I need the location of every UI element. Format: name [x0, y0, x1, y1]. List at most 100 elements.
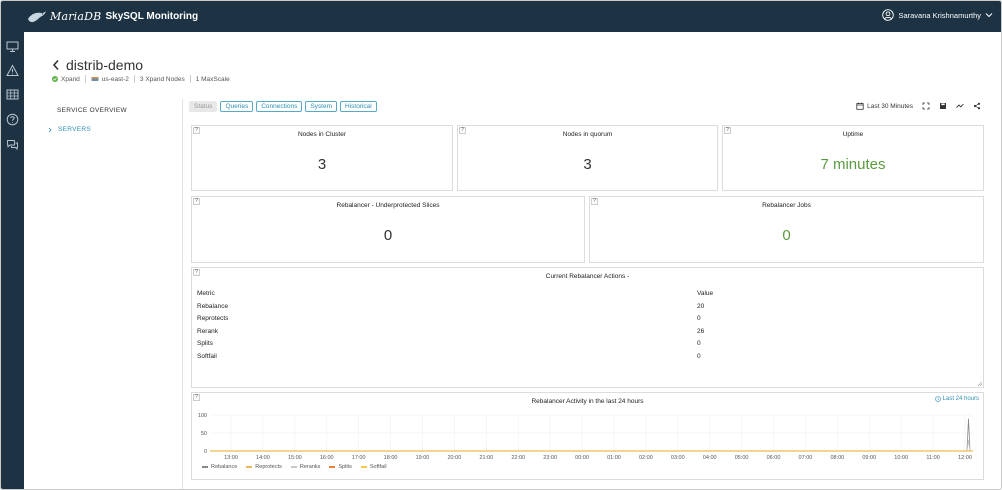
stat-value: 0 — [782, 227, 791, 244]
user-avatar-icon — [882, 9, 895, 21]
alert-icon[interactable] — [6, 64, 19, 77]
x-tick-label: 20:00 — [448, 455, 462, 461]
legend-item[interactable]: Splits — [329, 464, 352, 470]
x-tick-label: 22:00 — [511, 455, 525, 461]
metric-cell: Splits — [197, 340, 213, 348]
icon-sidebar — [1, 32, 24, 489]
table-row: Softfail 0 — [197, 350, 978, 363]
rebalancer-activity-panel: ? Rebalancer Activity in the last 24 hou… — [191, 392, 984, 480]
legend-item[interactable]: Softfail — [360, 464, 387, 470]
time-range-picker[interactable]: Last 30 Minutes — [867, 103, 913, 110]
x-tick-label: 11:00 — [926, 455, 939, 461]
save-icon[interactable] — [939, 102, 947, 110]
panel-menu-toggle[interactable]: - — [627, 273, 629, 280]
legend-item[interactable]: Reprotects — [246, 464, 282, 470]
time-range-link[interactable]: Last 24 hours — [934, 396, 979, 402]
tab-connections[interactable]: Connections — [256, 101, 303, 112]
user-menu[interactable]: Saravana Krishnamurthy — [882, 9, 993, 21]
panel-title-text: Current Rebalancer Actions — [545, 273, 626, 280]
panel-title: Rebalancer Jobs — [762, 202, 811, 209]
service-nav: SERVICE OVERVIEW SERVERS — [48, 107, 207, 133]
metric-cell: Rerank — [197, 327, 218, 335]
table-icon[interactable] — [6, 88, 19, 101]
legend-label: Reranks — [299, 464, 321, 470]
legend-label: Rebalance — [211, 464, 238, 470]
monitor-icon[interactable] — [6, 40, 19, 53]
x-tick-label: 08:00 — [830, 455, 844, 461]
fullscreen-icon[interactable] — [922, 102, 930, 110]
y-tick-label: 50 — [201, 431, 207, 437]
tab-system[interactable]: System — [305, 101, 338, 112]
back-arrow-icon[interactable] — [52, 59, 60, 71]
x-tick-label: 10:00 — [894, 455, 908, 461]
panel-title: Rebalancer Activity in the last 24 hours — [531, 398, 644, 405]
chat-icon[interactable] — [6, 138, 19, 151]
x-tick-label: 23:00 — [543, 455, 557, 461]
cloud-icon — [91, 77, 99, 81]
dashboard-toolbar: Last 30 Minutes — [856, 102, 981, 110]
value-cell: 0 — [697, 352, 701, 360]
legend-swatch — [360, 466, 367, 468]
legend-swatch — [202, 466, 208, 468]
x-tick-label: 21:00 — [479, 455, 493, 461]
column-header-metric[interactable]: Metric — [197, 290, 697, 297]
top-bar: MariaDB SkySQL Monitoring Saravana Krish… — [1, 1, 1001, 32]
node-count: 3 Xpand Nodes — [139, 75, 185, 83]
rebalancer-jobs-panel: ? Rebalancer Jobs 0 — [589, 196, 984, 263]
trend-icon[interactable] — [956, 102, 964, 110]
product-name: SkySQL Monitoring — [105, 11, 199, 22]
x-tick-label: 06:00 — [767, 455, 781, 461]
series-line-rebalance — [210, 418, 973, 452]
value-cell: 0 — [697, 315, 701, 323]
help-icon[interactable] — [6, 113, 19, 126]
brand-logo[interactable]: MariaDB SkySQL Monitoring — [27, 10, 198, 24]
legend-label: Softfail — [369, 464, 387, 470]
tab-status[interactable]: Status — [189, 101, 218, 112]
x-tick-label: 16:00 — [320, 455, 334, 461]
x-tick-label: 07:00 — [799, 455, 813, 461]
panel-title: Nodes in quorum — [562, 131, 613, 138]
stat-value: 3 — [317, 156, 327, 173]
legend-item[interactable]: Reranks — [290, 464, 321, 470]
panel-title: Current Rebalancer Actions - — [192, 273, 983, 280]
metric-cell: Rebalance — [197, 302, 229, 310]
series-line-reranks — [210, 440, 973, 452]
underprotected-slices-panel: ? Rebalancer - Underprotected Slices 0 — [191, 196, 585, 263]
meta-divider — [133, 75, 135, 83]
tab-queries[interactable]: Queries — [220, 101, 254, 112]
panel-title: Rebalancer - Underprotected Slices — [336, 202, 440, 209]
clock-icon — [934, 396, 941, 402]
legend-item[interactable]: Rebalance — [202, 464, 237, 470]
column-header-value[interactable]: Value — [697, 290, 713, 297]
x-tick-label: 09:00 — [862, 455, 876, 461]
x-tick-label: 00:00 — [575, 455, 589, 461]
x-tick-label: 03:00 — [671, 455, 685, 461]
service-overview-link[interactable]: SERVICE OVERVIEW — [57, 107, 207, 114]
servers-link[interactable]: SERVERS — [47, 126, 207, 133]
rebalancer-actions-panel: ? Current Rebalancer Actions - Metric Va… — [191, 267, 984, 388]
table-row: Splits 0 — [197, 338, 978, 351]
seal-logo-icon — [28, 10, 46, 22]
nav-divider — [182, 99, 183, 489]
calendar-icon[interactable] — [856, 102, 864, 110]
metric-cell: Reprotects — [197, 315, 229, 323]
time-range-label: Last 24 hours — [942, 396, 979, 402]
table-header: Metric Value — [197, 286, 978, 300]
resize-handle-icon[interactable] — [977, 381, 982, 386]
tab-historical[interactable]: Historical — [340, 101, 377, 112]
x-tick-label: 18:00 — [384, 455, 398, 461]
legend-label: Splits — [338, 464, 352, 470]
table-row: Reprotects 0 — [197, 313, 978, 326]
actions-table: Metric Value Rebalance 20 Reprotects 0 R… — [197, 286, 978, 363]
share-icon[interactable] — [973, 102, 981, 110]
logo-text: MariaDB — [50, 10, 102, 23]
table-row: Rerank 26 — [197, 325, 978, 338]
x-tick-label: 12:00 — [958, 455, 972, 461]
service-meta: Xpand us-east-2 3 Xpand Nodes 1 MaxScale — [52, 75, 230, 83]
x-tick-label: 04:00 — [703, 455, 717, 461]
stat-value: 3 — [583, 156, 592, 173]
app-window: MariaDB SkySQL Monitoring Saravana Krish… — [0, 0, 1002, 490]
meta-divider — [189, 75, 191, 83]
value-cell: 0 — [697, 340, 701, 348]
chevron-down-icon — [985, 13, 993, 18]
